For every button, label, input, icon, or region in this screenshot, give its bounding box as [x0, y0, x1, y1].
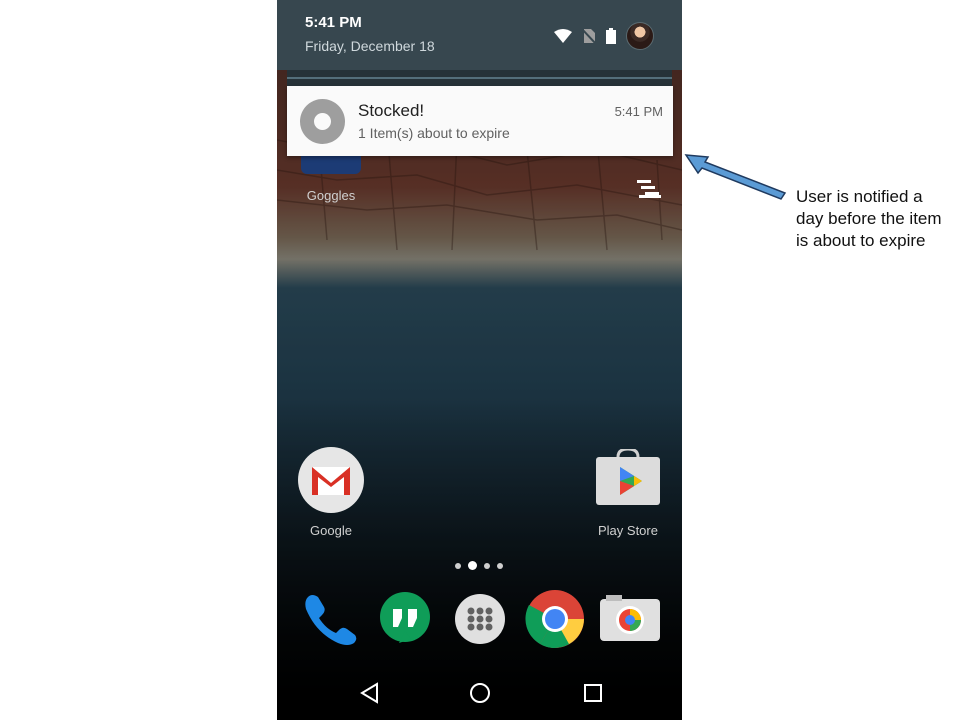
page-dot: [455, 562, 461, 569]
status-date: Friday, December 18: [305, 38, 435, 54]
play-store-label: Play Store: [598, 523, 658, 538]
annotation-arrow: [684, 154, 787, 200]
page-dot: [497, 562, 503, 569]
page-indicator: [455, 561, 503, 570]
battery-icon: [606, 28, 616, 44]
notification-card[interactable]: Stocked! 1 Item(s) about to expire 5:41 …: [287, 86, 673, 156]
gmail-icon[interactable]: [298, 447, 364, 513]
page-dot-active: [468, 561, 477, 570]
notification-header: 5:41 PM Friday, December 18: [277, 0, 682, 70]
goggles-icon[interactable]: [301, 156, 361, 174]
home-icon[interactable]: [467, 680, 493, 706]
hangouts-icon[interactable]: [377, 591, 433, 647]
app-drawer-icon[interactable]: [452, 591, 508, 647]
status-icons: [554, 22, 654, 50]
header-divider: [287, 70, 672, 86]
clear-all-icon[interactable]: [637, 178, 663, 200]
annotation-text: User is notified a day before the item i…: [796, 187, 942, 250]
no-sim-icon: [582, 28, 596, 44]
goggles-label: Goggles: [306, 188, 356, 203]
status-time: 5:41 PM: [305, 14, 362, 31]
wifi-icon: [554, 29, 572, 43]
back-icon[interactable]: [357, 680, 383, 706]
chrome-icon[interactable]: [525, 589, 585, 649]
camera-icon[interactable]: [600, 593, 660, 641]
notification-body: 1 Item(s) about to expire: [358, 125, 510, 141]
phone-screen: Goggles 5:41 PM Friday, December 18 Stoc…: [277, 0, 682, 720]
notification-time: 5:41 PM: [614, 104, 663, 119]
avatar[interactable]: [626, 22, 654, 50]
google-label: Google: [310, 523, 352, 538]
notification-title: Stocked!: [358, 101, 425, 120]
recents-icon[interactable]: [580, 680, 606, 706]
app-ring-icon: [300, 99, 345, 144]
play-store-icon[interactable]: [596, 447, 660, 505]
page-dot: [484, 562, 490, 569]
phone-icon[interactable]: [302, 591, 358, 647]
